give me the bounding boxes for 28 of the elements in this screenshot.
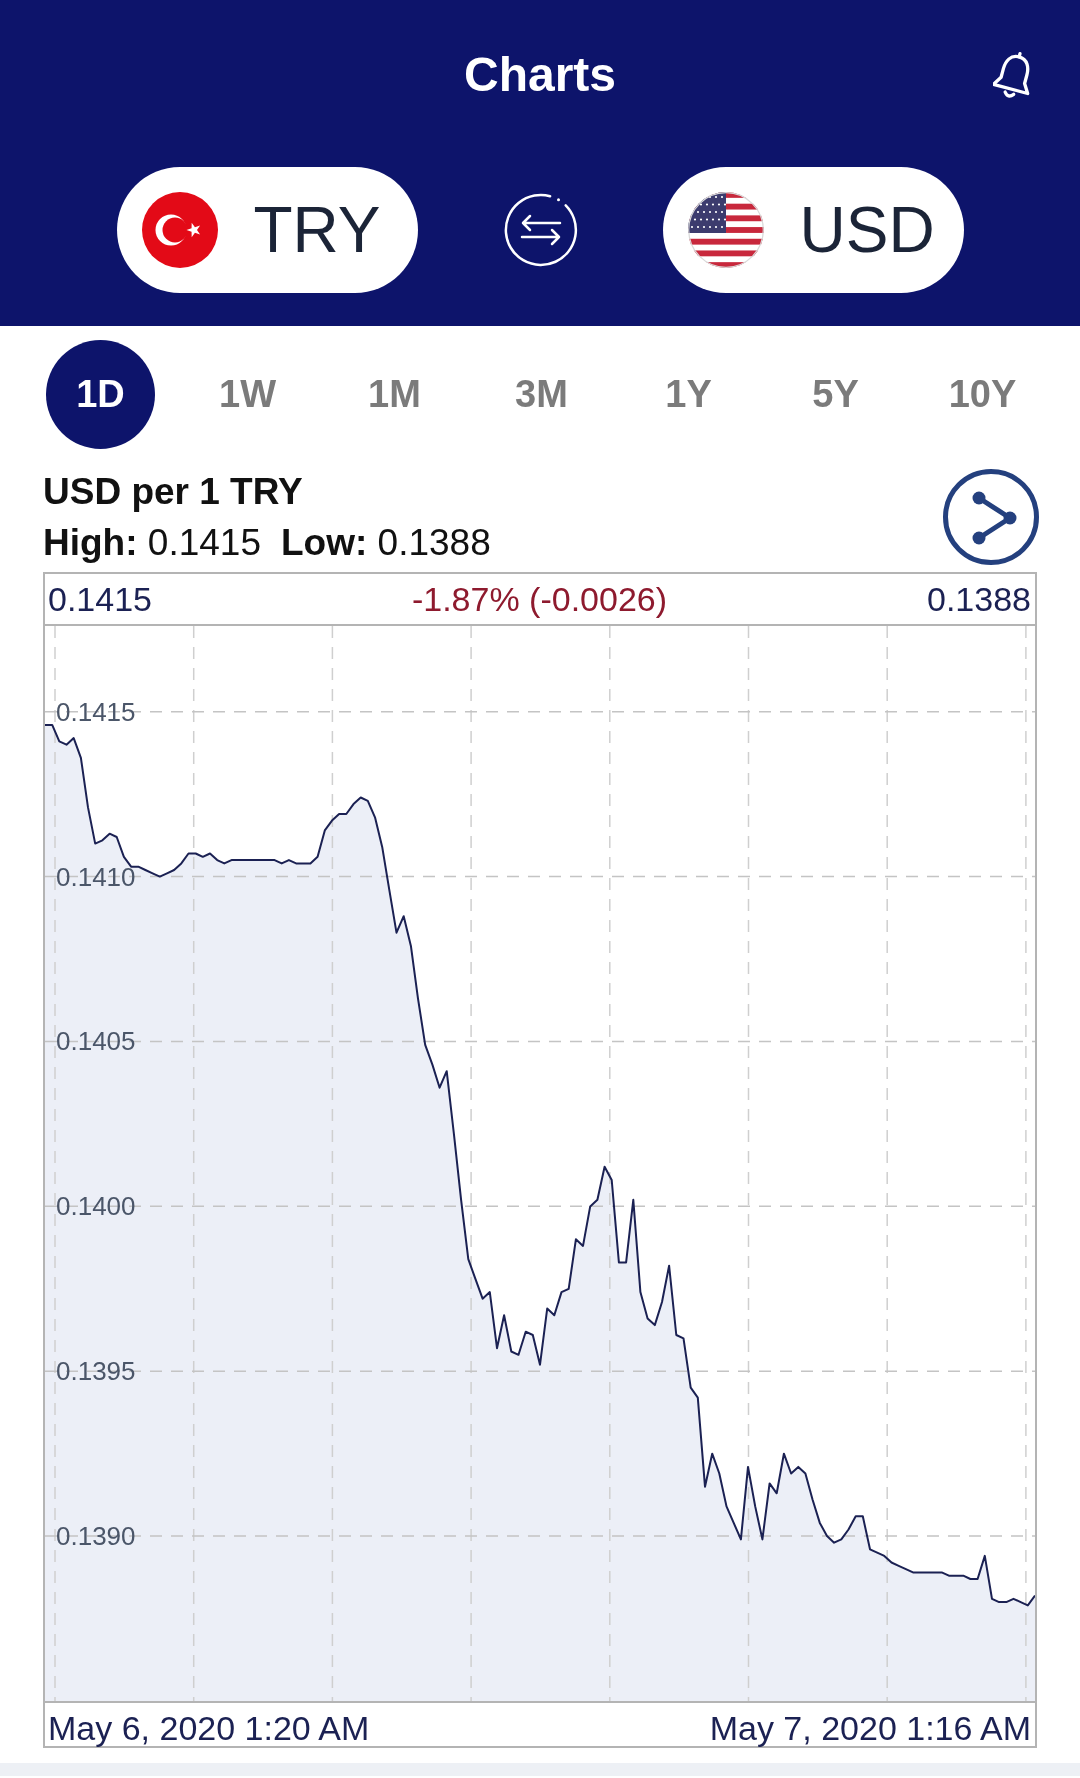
rate-change: -1.87% (-0.0026) (411, 579, 668, 619)
screen-title: Charts (463, 48, 616, 102)
turkey-flag-icon (141, 192, 218, 268)
range-tab[interactable]: 5Y (812, 372, 859, 417)
range-tab[interactable]: 10Y (948, 372, 1017, 417)
share-icon[interactable] (943, 469, 1039, 565)
currency-button[interactable]: USD (662, 167, 964, 293)
end-time: May 7, 2020 1:16 AM (709, 1709, 1031, 1748)
y-axis-label: 0.1395 (56, 1356, 136, 1387)
start-rate: 0.1415 (48, 579, 152, 619)
rate-title: USD per 1 TRY (43, 470, 304, 514)
rate-stat: Low: 0.1388 (281, 521, 491, 565)
range-tab[interactable]: 1D (46, 340, 155, 449)
y-axis-label: 0.1390 (56, 1521, 136, 1552)
rate-stat: High: 0.1415 (43, 521, 261, 565)
range-tab[interactable]: 1Y (665, 372, 712, 417)
y-axis-label: 0.1410 (56, 861, 136, 892)
range-tab[interactable]: 3M (515, 372, 568, 417)
swap-icon[interactable] (503, 193, 578, 267)
us-flag-icon (687, 192, 764, 268)
start-time: May 6, 2020 1:20 AM (48, 1709, 370, 1748)
currency-button[interactable]: TRY (116, 167, 418, 293)
y-axis-label: 0.1400 (56, 1191, 136, 1222)
range-tab[interactable]: 1W (219, 372, 276, 417)
y-axis-label: 0.1415 (56, 696, 136, 727)
y-axis-label: 0.1405 (56, 1026, 136, 1057)
end-rate: 0.1388 (927, 579, 1031, 619)
range-tab[interactable]: 1M (368, 372, 421, 417)
